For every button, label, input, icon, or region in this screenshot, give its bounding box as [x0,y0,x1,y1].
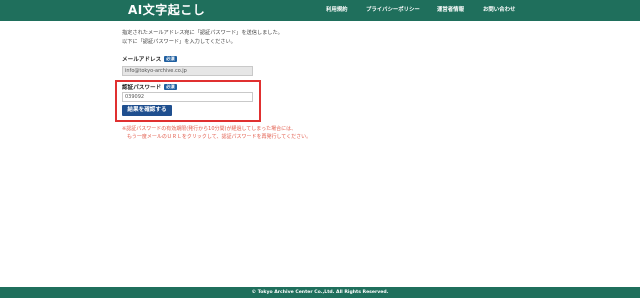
highlight-box [115,80,261,122]
main-content: 指定されたメールアドレス宛に「認証パスワード」を送信しました。 以下に「認証パス… [0,21,640,278]
nav-contact-link[interactable]: お問い合わせ [483,6,515,14]
site-footer: © Tokyo Archive Center Co.,Ltd. All Righ… [0,287,640,298]
site-header: AI文字起こし 利用規約 プライバシーポリシー 運営者情報 お問い合わせ [0,0,640,21]
email-field: info@tokyo-archive.co.jp [122,66,253,76]
note-line-1: ※認証パスワードの有効期限(発行から10分間)が経過してしまった場合には、 [122,126,297,132]
email-label-row: メールアドレス 必須 [122,55,177,63]
email-label: メールアドレス [122,57,162,63]
email-required-badge: 必須 [164,56,177,62]
main-nav: 利用規約 プライバシーポリシー 運営者情報 お問い合わせ [0,0,640,21]
intro-text: 指定されたメールアドレス宛に「認証パスワード」を送信しました。 以下に「認証パス… [122,29,283,47]
nav-privacy-link[interactable]: プライバシーポリシー [366,6,420,14]
nav-operator-link[interactable]: 運営者情報 [437,6,464,14]
note-line-2: もう一度メールのＵＲＬをクリックして、認証パスワードを再発行してください。 [127,134,312,140]
expiry-note: ※認証パスワードの有効期限(発行から10分間)が経過してしまった場合には、 もう… [122,125,311,141]
intro-line-2: 以下に「認証パスワード」を入力してください。 [122,39,236,45]
nav-terms-link[interactable]: 利用規約 [326,6,348,14]
intro-line-1: 指定されたメールアドレス宛に「認証パスワード」を送信しました。 [122,30,283,36]
